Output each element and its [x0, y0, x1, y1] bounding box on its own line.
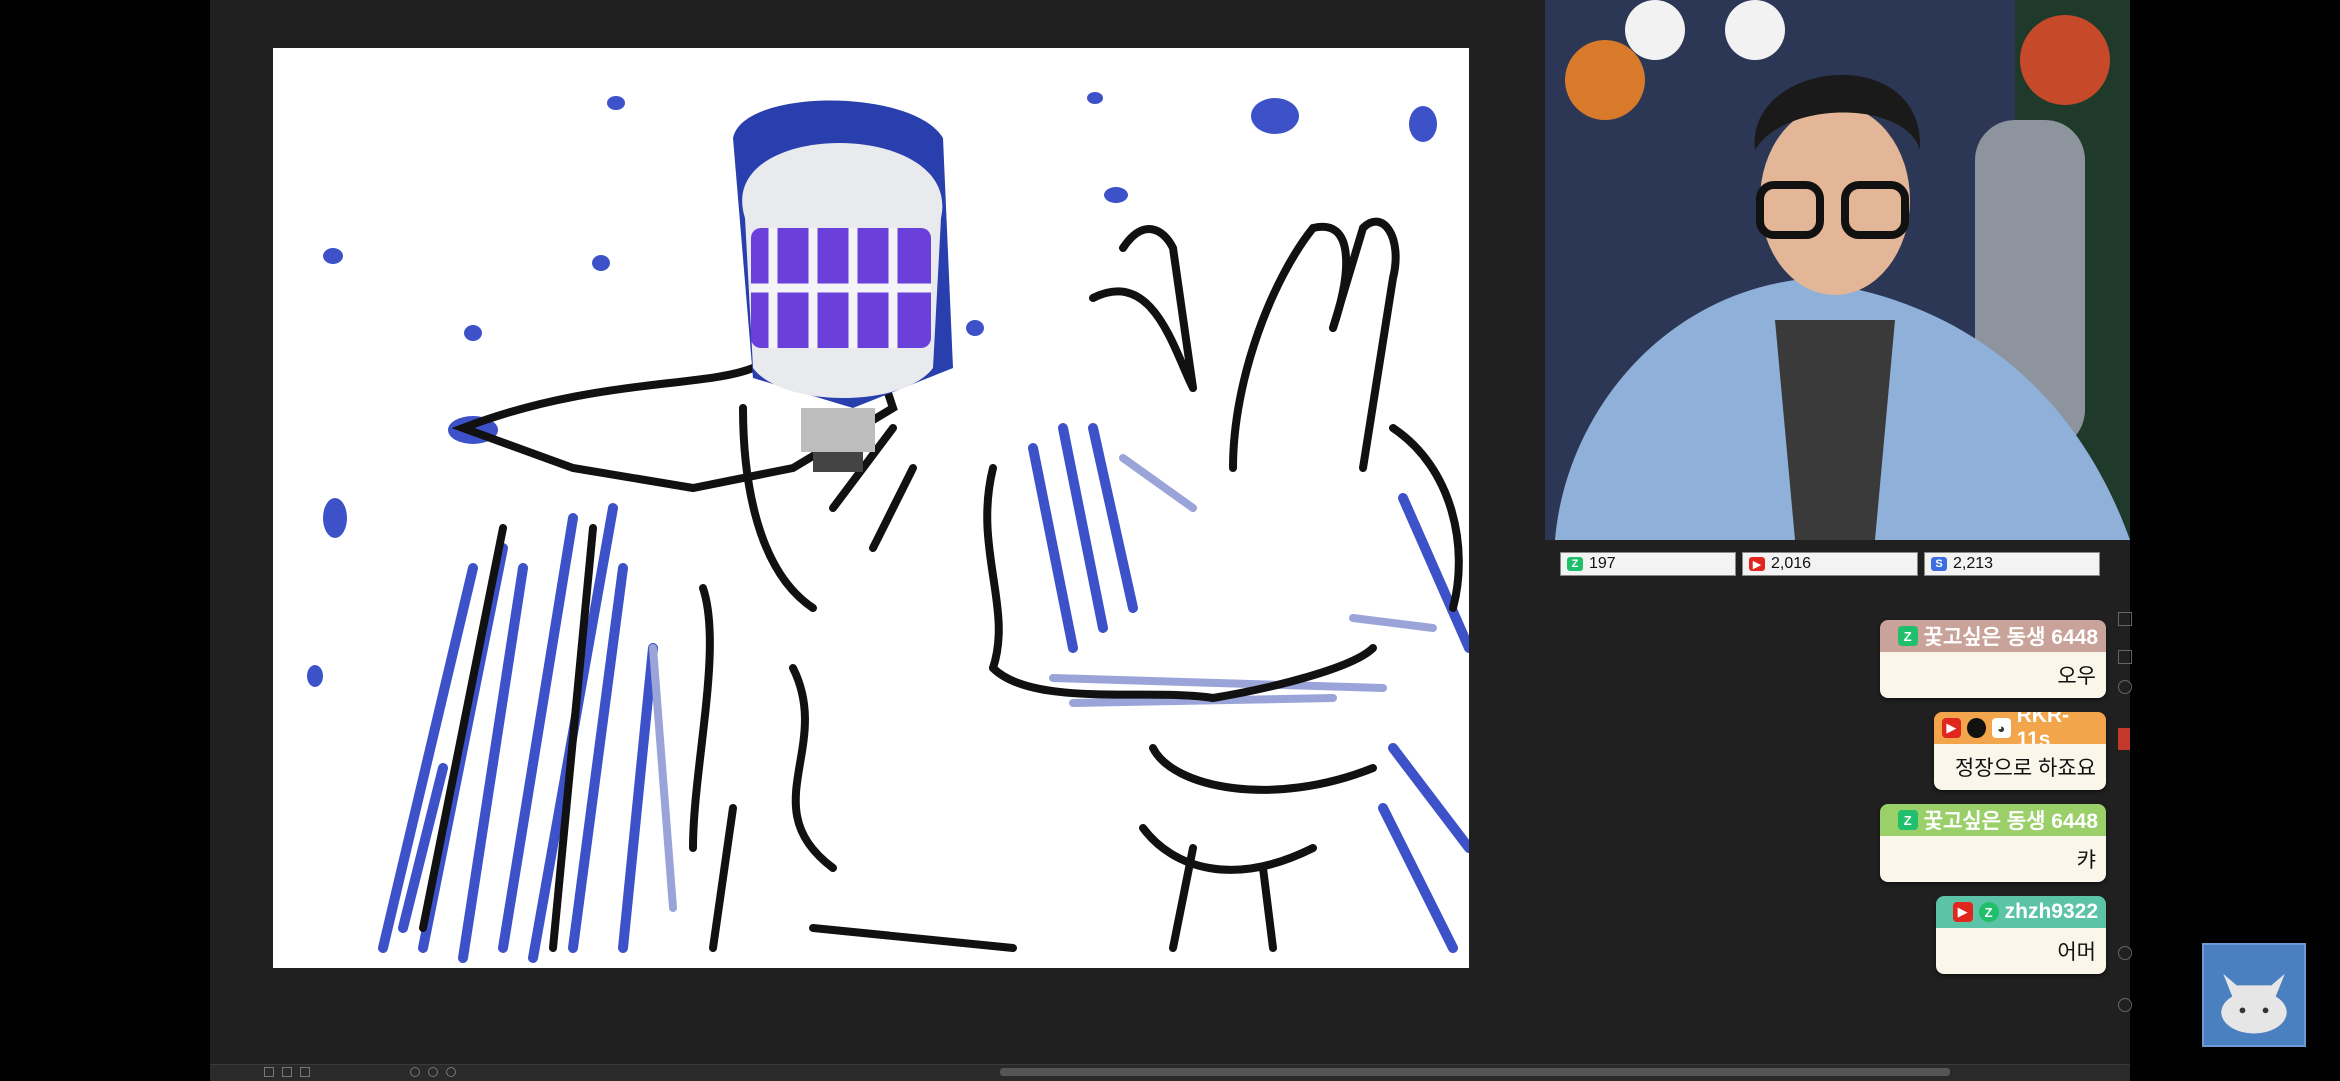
panel-icon[interactable]	[2118, 650, 2132, 664]
rotate-left-icon[interactable]	[410, 1067, 420, 1077]
chat-text: 어머	[2057, 941, 2096, 964]
eye-icon[interactable]	[2118, 946, 2132, 960]
chat-message: ▶ Z zhzh9322 어머	[1936, 896, 2106, 974]
youtube-icon: ▶	[1952, 902, 1973, 922]
circle-icon	[1966, 718, 1986, 738]
canvas-status-bar	[210, 1064, 2130, 1081]
chat-message: Z 꿏고싶은 동생 6448 캬	[1880, 804, 2106, 882]
chat-username-bar: Z 꿏고싶은 동생 6448	[1880, 620, 2106, 652]
zoom-in-icon[interactable]	[282, 1067, 292, 1077]
chzzk-icon: Z	[1567, 557, 1583, 571]
soop-icon: S	[1931, 557, 1947, 571]
chat-username-bar: ▶ Z zhzh9322	[1936, 896, 2106, 928]
webcam-feed	[1545, 0, 2130, 540]
youtube-icon: ▶	[1749, 557, 1765, 571]
chat-text: 캬	[2076, 849, 2096, 872]
chat-message: Z 꿏고싶은 동생 6448 오우	[1880, 620, 2106, 698]
chat-username-bar: ▶ ◕ RKR-11s	[1934, 712, 2106, 751]
chat-username: 꿏고싶은 동생 6448	[1923, 626, 2098, 649]
chzzk-icon: Z	[1897, 810, 1918, 830]
bunny-avatar-button[interactable]	[2202, 943, 2306, 1047]
zoom-out-icon[interactable]	[264, 1067, 274, 1077]
chzzk-icon: Z	[1897, 626, 1918, 646]
chat-username: zhzh9322	[2004, 900, 2098, 923]
rotate-right-icon[interactable]	[428, 1067, 438, 1077]
chat-text: 오우	[2057, 665, 2096, 688]
panel-icon[interactable]	[2118, 612, 2132, 626]
sketch-artwork	[307, 92, 1469, 963]
bunny-icon	[2221, 973, 2287, 1034]
fit-icon[interactable]	[300, 1067, 310, 1077]
youtube-viewers: ▶ 2,016	[1742, 552, 1918, 576]
layer-marker[interactable]	[2118, 728, 2130, 750]
reset-rotation-icon[interactable]	[446, 1067, 456, 1077]
eye-icon[interactable]	[2118, 680, 2132, 694]
bulb-head	[733, 100, 953, 472]
horizontal-scrollbar[interactable]	[1000, 1068, 1950, 1076]
youtube-icon: ▶	[1941, 718, 1961, 738]
chzzk-icon: Z	[1978, 902, 1999, 922]
chat-username-bar: Z 꿏고싶은 동생 6448	[1880, 804, 2106, 836]
soop-viewers: S 2,213	[1924, 552, 2100, 576]
chat-text: 정장으로 하죠요	[1954, 757, 2096, 780]
chzzk-viewers: Z 197	[1560, 552, 1736, 576]
eye-icon[interactable]	[2118, 998, 2132, 1012]
chat-message: ▶ ◕ RKR-11s 정장으로 하죠요	[1934, 712, 2106, 790]
chat-username: 꿏고싶은 동생 6448	[1923, 810, 2098, 833]
bunny-icon: ◕	[1991, 718, 2011, 738]
drawing-canvas[interactable]	[273, 48, 1469, 968]
viewer-stats: Z 197 ▶ 2,016 S 2,213	[1560, 552, 2100, 578]
